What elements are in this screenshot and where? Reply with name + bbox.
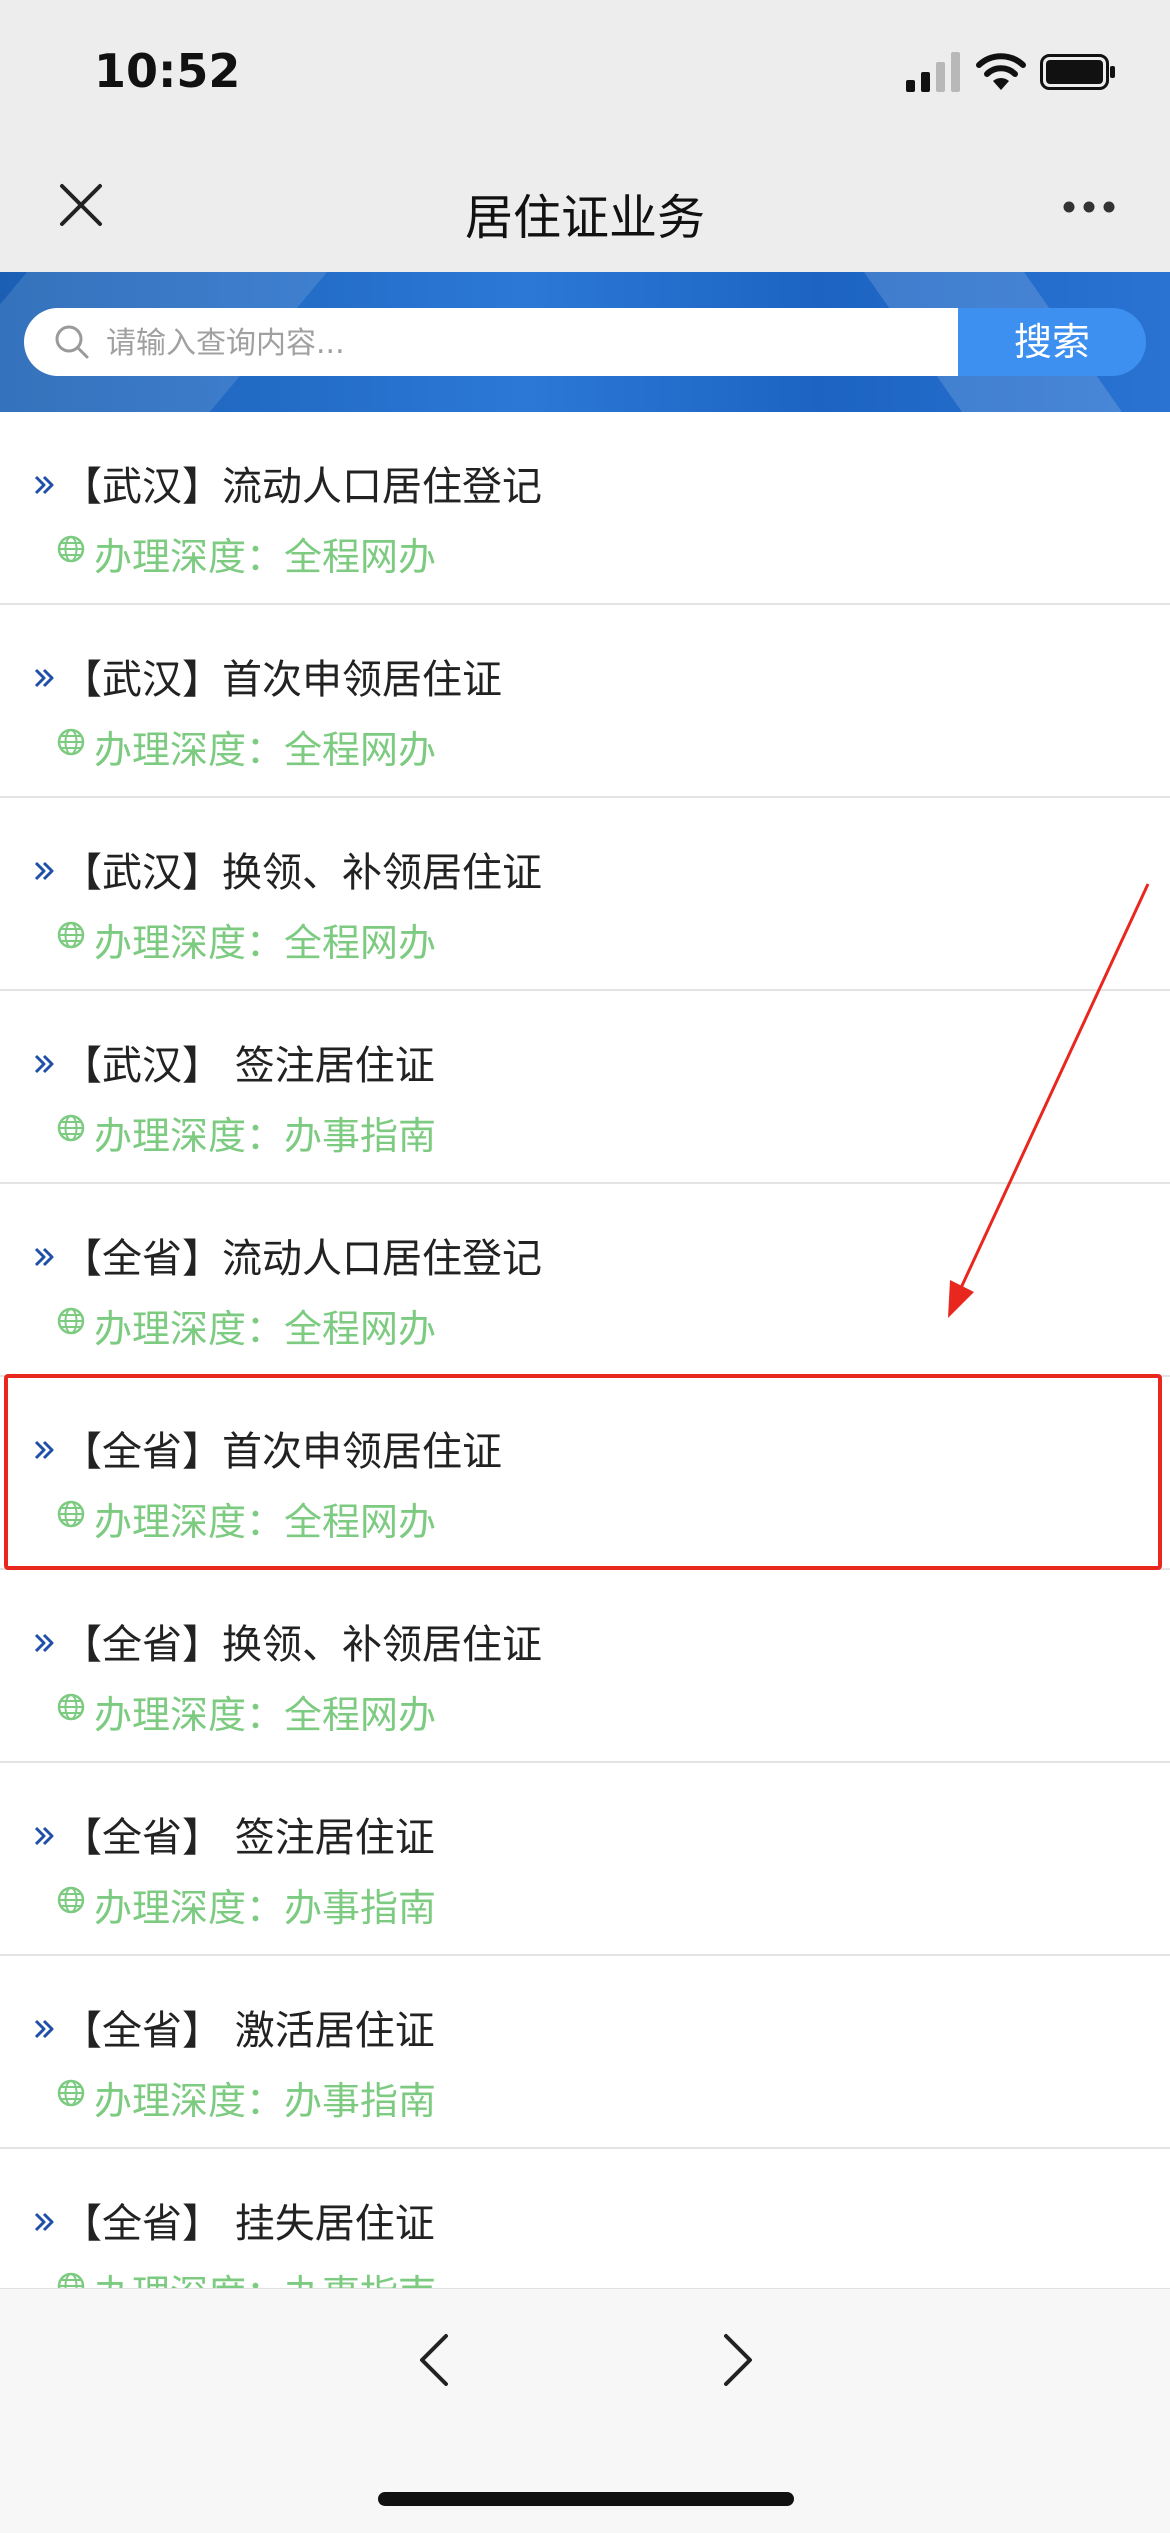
list-item[interactable]: 【全省】换领、补领居住证办理深度：全程网办 bbox=[0, 1570, 1170, 1763]
annotation-arrow bbox=[948, 883, 1150, 1318]
battery-icon bbox=[1040, 54, 1115, 90]
item-title: 【全省】 激活居住证 bbox=[62, 2008, 435, 2054]
service-list: 【武汉】流动人口居住登记 办理深度：全程网办 【武汉】首次申领居住证 办理深度：全程网… bbox=[0, 412, 1170, 2288]
list-item[interactable]: 【全省】 挂失居住证办理深度：办事指南 bbox=[0, 2149, 1170, 2288]
globe-icon bbox=[57, 921, 85, 949]
globe-icon bbox=[57, 1307, 85, 1335]
globe-icon bbox=[57, 535, 85, 563]
item-title: 【全省】换领、补领居住证 bbox=[62, 1622, 542, 1668]
double-chevron-icon bbox=[34, 2212, 54, 2232]
globe-icon bbox=[57, 1886, 85, 1914]
item-depth: 办理深度：办事指南 bbox=[94, 2263, 436, 2288]
highlight-box bbox=[4, 1374, 1162, 1570]
item-title: 【武汉】换领、补领居住证 bbox=[62, 850, 542, 896]
globe-icon bbox=[57, 1693, 85, 1721]
list-item[interactable]: 【全省】 签注居住证办理深度：办事指南 bbox=[0, 1763, 1170, 1956]
item-depth: 办理深度：全程网办 bbox=[94, 1693, 437, 1737]
double-chevron-icon bbox=[34, 1826, 54, 1846]
double-chevron-icon bbox=[34, 861, 54, 881]
item-title: 【全省】 挂失居住证 bbox=[62, 2201, 435, 2247]
item-depth: 办理深度：全程网办 bbox=[94, 728, 437, 772]
item-depth: 办理深度：办事指南 bbox=[94, 2079, 437, 2123]
item-title: 【武汉】 签注居住证 bbox=[62, 1043, 435, 1089]
double-chevron-icon bbox=[34, 1247, 54, 1267]
list-item[interactable]: 【武汉】流动人口居住登记办理深度：全程网办 bbox=[0, 412, 1170, 605]
page-title: 居住证业务 bbox=[464, 190, 705, 246]
item-title: 【武汉】首次申领居住证 bbox=[62, 657, 502, 703]
globe-icon bbox=[57, 1114, 85, 1142]
forward-button[interactable] bbox=[706, 2330, 766, 2390]
item-title: 【全省】流动人口居住登记 bbox=[62, 1236, 542, 1282]
item-depth: 办理深度：全程网办 bbox=[94, 535, 437, 579]
item-depth: 办理深度：办事指南 bbox=[94, 1886, 437, 1930]
globe-icon bbox=[57, 2272, 85, 2288]
search-icon bbox=[55, 325, 89, 359]
home-indicator bbox=[378, 2492, 794, 2506]
double-chevron-icon bbox=[34, 475, 54, 495]
back-button[interactable] bbox=[406, 2330, 466, 2390]
double-chevron-icon bbox=[34, 1054, 54, 1074]
double-chevron-icon bbox=[34, 1633, 54, 1653]
search-input[interactable] bbox=[104, 312, 948, 374]
search-button[interactable]: 搜索 bbox=[958, 308, 1146, 376]
item-depth: 办理深度：全程网办 bbox=[94, 921, 437, 965]
item-depth: 办理深度：办事指南 bbox=[94, 1114, 437, 1158]
double-chevron-icon bbox=[34, 668, 54, 688]
status-time: 10:52 bbox=[94, 44, 241, 98]
signal-icon bbox=[906, 52, 960, 92]
more-icon[interactable] bbox=[1062, 200, 1116, 214]
item-depth: 办理深度：全程网办 bbox=[94, 1307, 437, 1351]
list-item[interactable]: 【武汉】首次申领居住证办理深度：全程网办 bbox=[0, 605, 1170, 798]
item-title: 【全省】 签注居住证 bbox=[62, 1815, 435, 1861]
globe-icon bbox=[57, 728, 85, 756]
globe-icon bbox=[57, 2079, 85, 2107]
list-item[interactable]: 【全省】 激活居住证办理深度：办事指南 bbox=[0, 1956, 1170, 2149]
item-title: 【武汉】流动人口居住登记 bbox=[62, 464, 542, 510]
wifi-icon bbox=[976, 53, 1026, 90]
double-chevron-icon bbox=[34, 2019, 54, 2039]
